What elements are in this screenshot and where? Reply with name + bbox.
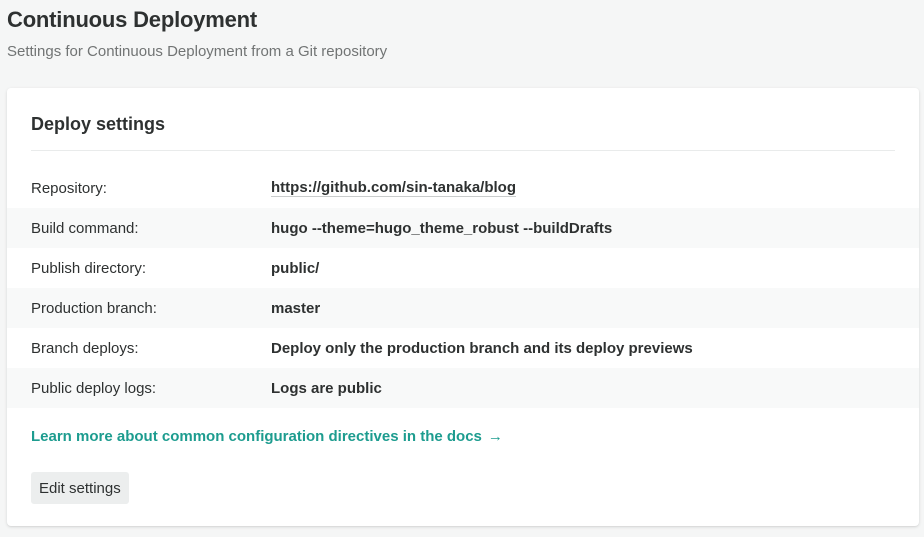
row-value: Deploy only the production branch and it… <box>271 339 693 357</box>
settings-row-branch-deploys: Branch deploys: Deploy only the producti… <box>7 328 919 368</box>
row-value: master <box>271 299 321 317</box>
settings-row-repository: Repository: https://github.com/sin-tanak… <box>7 168 919 208</box>
row-label: Repository: <box>31 179 107 197</box>
settings-row-build-command: Build command: hugo --theme=hugo_theme_r… <box>7 208 919 248</box>
deploy-settings-card: Deploy settings Repository: https://gith… <box>7 88 919 526</box>
arrow-right-icon: → <box>487 428 503 445</box>
settings-row-public-deploy-logs: Public deploy logs: Logs are public <box>7 368 919 408</box>
row-value: hugo --theme=hugo_theme_robust --buildDr… <box>271 219 613 237</box>
row-value: Logs are public <box>271 379 382 397</box>
row-value: public/ <box>271 259 320 277</box>
docs-link[interactable]: Learn more about common configuration di… <box>31 427 503 447</box>
repository-link[interactable]: https://github.com/sin-tanaka/blog <box>271 179 516 197</box>
row-label: Branch deploys: <box>31 339 139 357</box>
settings-row-publish-directory: Publish directory: public/ <box>7 248 919 288</box>
settings-list: Repository: https://github.com/sin-tanak… <box>7 168 919 408</box>
card-title: Deploy settings <box>31 114 166 134</box>
edit-settings-button[interactable]: Edit settings <box>31 472 129 504</box>
settings-row-production-branch: Production branch: master <box>7 288 919 328</box>
row-label: Publish directory: <box>31 259 147 277</box>
row-label: Production branch: <box>31 299 157 317</box>
page-header: Continuous Deployment Settings for Conti… <box>7 6 387 62</box>
page-title: Continuous Deployment <box>7 7 258 32</box>
docs-link-label: Learn more about common configuration di… <box>31 428 482 445</box>
row-label: Public deploy logs: <box>31 379 157 397</box>
card-divider <box>31 150 895 151</box>
page-subtitle: Settings for Continuous Deployment from … <box>7 43 388 60</box>
row-label: Build command: <box>31 219 139 237</box>
